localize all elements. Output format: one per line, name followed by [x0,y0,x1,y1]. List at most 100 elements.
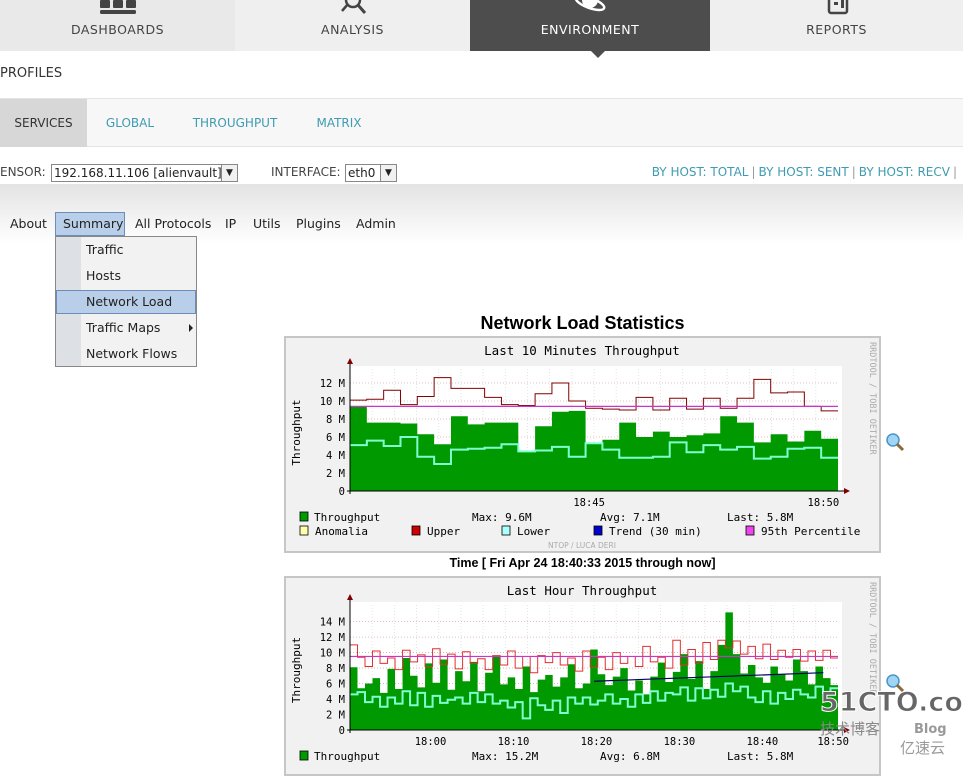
menu-item-traffic[interactable]: Traffic [56,238,196,262]
rrdtool-credit: RRDTOOL / TOBI OETIKER [867,582,877,695]
chevron-down-icon: ▼ [380,165,396,181]
analysis-icon [340,0,366,14]
x-tick-label: 18:00 [415,736,447,748]
tab-reports[interactable]: REPORTS [710,0,963,51]
link-by-host-sent[interactable]: BY HOST: SENT [759,165,849,179]
filter-bar: ENSOR: 192.168.11.106 [alienvault] ▼ INT… [0,160,963,184]
planet-icon [574,0,606,12]
y-tick-label: 8 M [326,663,345,675]
tab-environment[interactable]: ENVIRONMENT [470,0,710,51]
host-links: BY HOST: TOTAL | BY HOST: SENT | BY HOST: RE… [652,165,960,179]
menu-summary[interactable]: Summary [55,212,125,236]
menu-admin[interactable]: Admin [356,212,396,236]
separator: | [851,165,856,179]
y-tick-label: 10 M [320,396,345,408]
stat-max: Max: 15.2M [472,750,539,763]
interface-select[interactable]: eth0 ▼ [345,164,397,182]
y-tick-label: 10 M [320,648,345,660]
dashboard-icon [99,0,136,14]
y-tick-label: 6 M [326,679,345,691]
y-tick-label: 8 M [326,414,345,426]
zoom-icon[interactable] [885,432,905,452]
interface-value: eth0 [348,166,376,180]
stat-max: Max: 9.6M [472,511,532,524]
tab-reports-label: REPORTS [806,22,867,37]
stat-last: Last: 5.8M [727,511,794,524]
legend-label-upper: Upper [427,525,460,538]
legend-label-throughput: Throughput [314,511,380,524]
link-by-host-total[interactable]: BY HOST: TOTAL [652,165,749,179]
section-title: PROFILES [0,66,63,81]
y-tick-label: 14 M [320,617,345,629]
x-tick-label: 18:45 [573,497,605,509]
legend-swatch-upper [411,525,421,536]
y-axis-arrow [347,594,353,600]
y-tick-label: 0 [339,486,345,498]
x-tick-label: 18:40 [747,736,779,748]
active-tab-caret [591,51,605,58]
x-tick-label: 18:20 [581,736,613,748]
y-tick-label: 4 M [326,450,345,462]
menu-all-protocols[interactable]: All Protocols [135,212,211,236]
legend-label-anomalia: Anomalia [315,525,368,538]
legend-swatch-throughput [299,511,309,522]
menu-ip[interactable]: IP [225,212,236,236]
watermark: 51CTO.com 技术博客 Blog 亿速云 [820,687,963,758]
y-tick-label: 2 M [326,710,345,722]
report-icon [827,0,848,15]
tab-dashboards[interactable]: DASHBOARDS [0,0,235,51]
chart-last-hour: Last Hour Throughput 0 2 M 4 M 6 M 8 M 10 M 12 … [284,576,881,776]
legend-swatch-95th-percentile [745,525,755,536]
x-tick-label: 18:10 [498,736,530,748]
y-tick-label: 12 M [320,378,345,390]
menu-item-hosts[interactable]: Hosts [56,264,196,288]
menu-plugins[interactable]: Plugins [296,212,341,236]
top-nav: DASHBOARDS ANALYSIS ENVIRONMENT REPORTS [0,0,963,51]
watermark-sub1: 技术博客 [820,720,880,738]
menu-item-traffic-maps-label: Traffic Maps [86,320,161,335]
y-axis-arrow [347,358,353,364]
ntop-credit: NTOP / LUCA DERI [548,541,616,550]
tab-analysis[interactable]: ANALYSIS [235,0,470,51]
subtab-global[interactable]: GLOBAL [92,99,168,147]
summary-dropdown: Traffic Hosts Network Load Traffic Maps … [55,236,197,367]
separator: | [952,165,957,179]
chart-svg: Last Hour Throughput 0 2 M 4 M 6 M 8 M 10 M 12 … [290,582,877,763]
legend-label-throughput: Throughput [314,750,380,763]
sub-tabs: SERVICES GLOBAL THROUGHPUT MATRIX [0,98,963,147]
watermark-sub3: 亿速云 [900,739,945,757]
chevron-down-icon: ▼ [221,165,237,181]
y-tick-label: 2 M [326,468,345,480]
legend-label-trend-30-min: Trend (30 min) [609,525,702,538]
submenu-arrow-icon [189,324,193,332]
y-tick-label: 6 M [326,432,345,444]
subtab-throughput[interactable]: THROUGHPUT [183,99,287,147]
link-by-host-recv[interactable]: BY HOST: RECV [859,165,950,179]
separator: | [751,165,756,179]
page-title: Network Load Statistics [480,313,685,333]
chart-title: Last 10 Minutes Throughput [484,343,680,358]
menu-utils[interactable]: Utils [253,212,281,236]
chart-last-10-minutes: Last 10 Minutes Throughput 0 2 M 4 M 6 M 8 M 1… [284,336,881,553]
sensor-select[interactable]: 192.168.11.106 [alienvault] ▼ [51,164,238,182]
sensor-value: 192.168.11.106 [alienvault] [54,166,222,180]
menu-about[interactable]: About [10,212,47,236]
tab-analysis-label: ANALYSIS [321,22,384,37]
interface-label: INTERFACE: [271,165,341,179]
tab-dashboards-label: DASHBOARDS [70,22,165,37]
x-axis-arrow [844,488,850,494]
stat-avg: Avg: 6.8M [600,750,660,763]
watermark-sub2: Blog [914,722,947,737]
legend-label-95th-percentile: 95th Percentile [761,525,860,538]
legend-swatch-trend-30-min [593,525,603,536]
legend-swatch-anomalia [299,525,309,536]
y-tick-label: 4 M [326,694,345,706]
menu-item-traffic-maps[interactable]: Traffic Maps [56,316,196,340]
watermark-brand: 51CTO.com [820,687,963,718]
subtab-services[interactable]: SERVICES [0,99,87,147]
menu-item-network-flows[interactable]: Network Flows [56,342,196,366]
menu-item-network-load[interactable]: Network Load [56,290,196,314]
subtab-matrix[interactable]: MATRIX [305,99,373,147]
y-tick-label: 12 M [320,632,345,644]
chart-svg: Last 10 Minutes Throughput 0 2 M 4 M 6 M 8 M 1… [290,342,877,550]
